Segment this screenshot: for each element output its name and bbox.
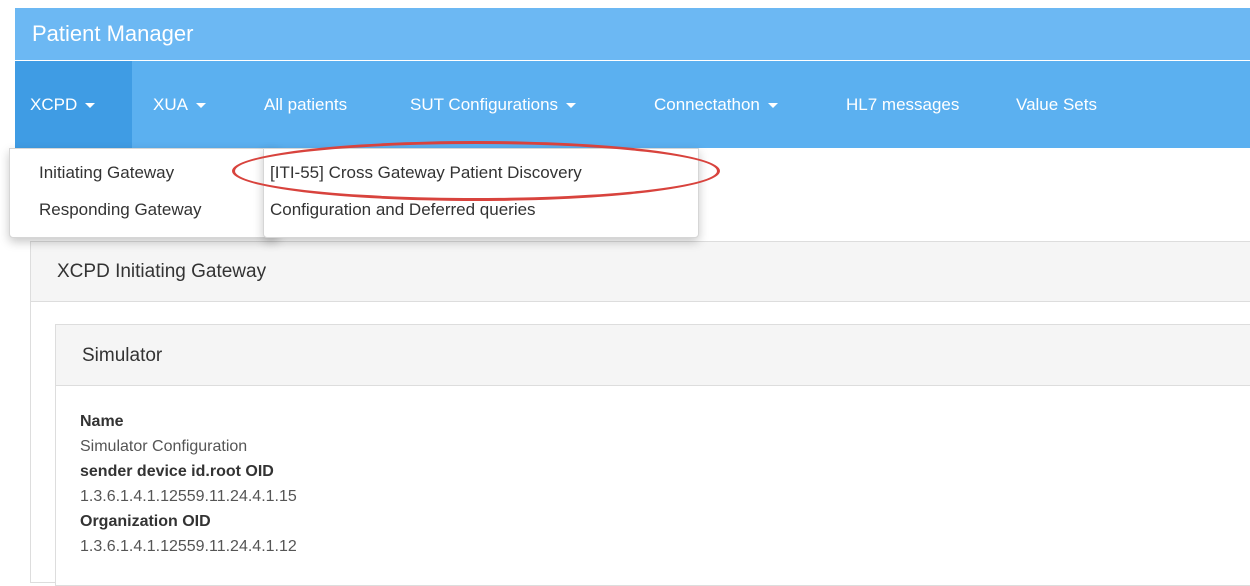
nav-item-label: SUT Configurations [410,94,559,114]
nav-item-label: Value Sets [1016,94,1097,114]
nav-item-value-sets[interactable]: Value Sets [1016,61,1097,148]
field-value-name: Simulator Configuration [80,438,248,455]
chevron-down-icon [566,103,577,108]
chevron-down-icon [767,103,778,108]
field-label-name: Name [80,413,124,430]
nav-item-label: All patients [264,94,348,114]
chevron-down-icon [195,103,206,108]
app-header: Patient Manager [15,8,1250,60]
nav-item-hl7-messages[interactable]: HL7 messages [846,61,959,148]
main-nav: XCPD XUA All patients SUT Configurations… [15,61,1250,148]
nav-item-sut-configurations[interactable]: SUT Configurations [410,61,577,148]
nav-item-connectathon[interactable]: Connectathon [654,61,778,148]
panel-title: XCPD Initiating Gateway [57,261,267,282]
chevron-down-icon [85,103,96,108]
menu-item-initiating-gateway[interactable]: Initiating Gateway [39,163,174,183]
nav-item-label: XUA [153,94,188,114]
app-title[interactable]: Patient Manager [32,21,193,47]
field-label-sender-oid: sender device id.root OID [80,463,274,480]
xcpd-dropdown-menu: Initiating Gateway Responding Gateway [9,148,279,238]
menu-item-iti55-cross-gateway-patient-discovery[interactable]: [ITI-55] Cross Gateway Patient Discovery [270,163,582,183]
nav-item-label: XCPD [30,94,78,114]
panel-heading: XCPD Initiating Gateway [31,242,1250,302]
menu-item-responding-gateway[interactable]: Responding Gateway [39,200,202,220]
field-value-organization-oid: 1.3.6.1.4.1.12559.11.24.4.1.12 [80,538,297,555]
top-strip [0,0,1250,8]
initiating-gateway-submenu: [ITI-55] Cross Gateway Patient Discovery… [263,148,699,238]
nav-item-label: Connectathon [654,94,760,114]
field-label-organization-oid: Organization OID [80,513,211,530]
simulator-panel: Simulator Name Simulator Configuration s… [55,324,1250,586]
field-value-sender-oid: 1.3.6.1.4.1.12559.11.24.4.1.15 [80,488,297,505]
simulator-panel-title: Simulator [82,345,163,366]
nav-item-label: HL7 messages [846,94,960,114]
simulator-panel-heading: Simulator [56,325,1250,386]
nav-item-xua[interactable]: XUA [153,61,206,148]
menu-item-configuration-and-deferred-queries[interactable]: Configuration and Deferred queries [270,200,536,220]
nav-item-all-patients[interactable]: All patients [264,61,347,148]
nav-item-xcpd[interactable]: XCPD [15,61,132,148]
